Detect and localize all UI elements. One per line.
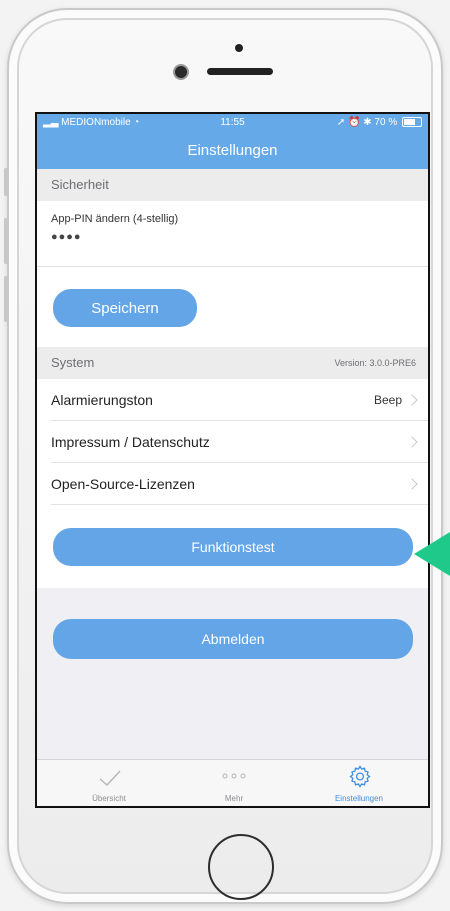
volume-up-button	[4, 218, 8, 264]
battery-fill	[404, 119, 415, 126]
home-button[interactable]	[208, 834, 274, 900]
save-button-container: Speichern	[37, 267, 428, 347]
tab-settings[interactable]: Einstellungen	[299, 760, 419, 806]
row-label: Open-Source-Lizenzen	[51, 476, 195, 492]
tab-label: Mehr	[224, 794, 244, 803]
tab-bar: Übersicht Mehr Einstellungen	[37, 759, 428, 806]
battery-icon	[402, 117, 422, 128]
gear-icon	[349, 765, 371, 788]
version-label: Version: 3.0.0-PRE6	[334, 358, 416, 368]
row-detail: Beep	[373, 393, 402, 407]
navigation-bar: Einstellungen	[37, 132, 428, 169]
settings-row-alarm-tone[interactable]: Alarmierungston Beep	[37, 379, 428, 421]
section-header-security: Sicherheit	[37, 169, 428, 201]
status-bar: ▂▃ MEDIONmobile ◔ 11:55 ➚ ⏰ ✱ 70 %	[37, 114, 428, 132]
highlight-arrow	[414, 532, 450, 576]
pin-label: App-PIN ändern (4-stellig)	[51, 213, 179, 225]
section-header-system: System Version: 3.0.0-PRE6	[37, 347, 428, 379]
front-camera	[175, 66, 187, 78]
volume-down-button	[4, 276, 8, 322]
bluetooth-icon: ✱	[363, 117, 372, 128]
tab-overview[interactable]: Übersicht	[49, 760, 169, 806]
battery-percent: 70 %	[374, 117, 398, 128]
tab-label: Übersicht	[92, 794, 126, 803]
status-right: ➚ ⏰ ✱ 70 %	[337, 114, 422, 132]
tab-more[interactable]: Mehr	[174, 760, 294, 806]
function-test-button[interactable]: Funktionstest	[53, 528, 413, 566]
row-label: Impressum / Datenschutz	[51, 434, 210, 450]
page-title: Einstellungen	[187, 142, 278, 159]
tab-label: Einstellungen	[334, 794, 384, 803]
mute-switch	[4, 168, 8, 196]
location-icon: ➚	[336, 117, 346, 128]
chevron-right-icon	[406, 394, 418, 406]
section-header-label: System	[51, 355, 95, 370]
pin-input-value[interactable]: ●●●●	[51, 231, 82, 243]
more-dots-icon	[222, 773, 246, 779]
test-button-container: Funktionstest	[37, 505, 428, 588]
checkmark-icon	[99, 770, 121, 786]
app-screen: ▂▃ MEDIONmobile ◔ 11:55 ➚ ⏰ ✱ 70 % Einst…	[35, 112, 430, 808]
earpiece-speaker	[207, 68, 273, 75]
settings-row-open-source[interactable]: Open-Source-Lizenzen	[37, 463, 428, 505]
settings-row-imprint[interactable]: Impressum / Datenschutz	[37, 421, 428, 463]
pin-field[interactable]: App-PIN ändern (4-stellig) ●●●●	[37, 201, 428, 266]
section-header-label: Sicherheit	[51, 177, 109, 192]
row-label: Alarmierungston	[51, 392, 153, 408]
logout-button[interactable]: Abmelden	[53, 619, 413, 659]
proximity-sensor	[235, 44, 243, 52]
chevron-right-icon	[406, 436, 418, 448]
chevron-right-icon	[406, 478, 418, 490]
alarm-icon: ⏰	[348, 117, 361, 128]
save-button[interactable]: Speichern	[53, 289, 197, 327]
